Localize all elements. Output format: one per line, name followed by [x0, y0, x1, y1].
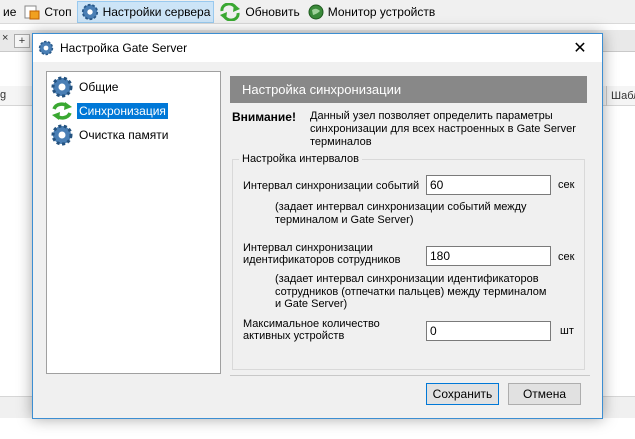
gear-icon — [51, 124, 73, 146]
max-devices-unit: шт — [560, 325, 574, 337]
close-button[interactable]: ✕ — [558, 34, 602, 62]
warning-text: Данный узел позволяет определить парамет… — [310, 110, 576, 148]
ids-interval-input[interactable] — [426, 246, 551, 266]
stop-button-label: Стоп — [44, 4, 72, 19]
events-interval-input[interactable] — [426, 175, 551, 195]
nav-item-memory-cleanup[interactable]: Очистка памяти — [47, 123, 220, 147]
ids-interval-hint-line1: (задает интервал синхронизации идентифик… — [275, 273, 539, 285]
warning-label: Внимание! — [232, 110, 296, 124]
gear-icon — [81, 3, 98, 20]
device-monitor-button[interactable]: Монитор устройств — [305, 1, 438, 23]
events-interval-hint-line2: терминалом и Gate Server) — [275, 214, 414, 226]
gate-server-settings-dialog: Настройка Gate Server ✕ Общие Синхрониза… — [32, 33, 603, 419]
stop-button[interactable]: Стоп — [21, 1, 74, 23]
monitor-globe-icon — [308, 4, 324, 19]
nav-item-general[interactable]: Общие — [47, 75, 220, 99]
stop-icon — [24, 5, 40, 19]
ids-interval-label-line1: Интервал синхронизации — [243, 242, 373, 254]
server-settings-button[interactable]: Настройки сервера — [76, 0, 215, 23]
events-interval-label: Интервал синхронизации событий — [243, 180, 420, 192]
ids-interval-hint-line3: и Gate Server) — [275, 298, 348, 310]
ids-interval-label-line2: идентификаторов сотрудников — [243, 254, 401, 266]
section-header: Настройка синхронизации — [230, 76, 587, 103]
gear-icon — [51, 76, 73, 98]
nav-item-sync[interactable]: Синхронизация — [47, 99, 220, 123]
ids-interval-unit: сек — [558, 251, 575, 263]
dialog-title-bar[interactable]: Настройка Gate Server ✕ — [33, 34, 602, 62]
tab-add-button[interactable]: + — [14, 34, 30, 48]
grid-column-header-template[interactable]: Шабл — [606, 86, 635, 106]
max-devices-label-line2: активных устройств — [243, 330, 345, 342]
refresh-label: Обновить — [245, 4, 300, 19]
nav-item-general-label: Общие — [79, 80, 119, 94]
nav-item-memory-cleanup-label: Очистка памяти — [79, 128, 169, 142]
refresh-icon — [220, 2, 241, 21]
footer-separator — [230, 375, 590, 376]
intervals-group-title: Настройка интервалов — [239, 153, 362, 165]
max-devices-label-line1: Максимальное количество — [243, 318, 380, 330]
sync-arrows-icon — [51, 100, 73, 122]
cancel-button[interactable]: Отмена — [508, 383, 581, 405]
gear-icon — [38, 40, 54, 56]
app-toolbar: ие Стоп Настройки сервера Обновить Монит… — [0, 0, 635, 24]
server-settings-label: Настройки сервера — [102, 4, 211, 19]
max-devices-input[interactable] — [426, 321, 551, 341]
ids-interval-hint-line2: сотрудников (отпечатки пальцев) между те… — [275, 286, 547, 298]
tab-close-button[interactable]: × — [2, 32, 8, 44]
nav-item-sync-label: Синхронизация — [77, 103, 168, 119]
refresh-button[interactable]: Обновить — [216, 1, 302, 23]
toolbar-item-partial-label: ие — [3, 4, 17, 19]
events-interval-hint-line1: (задает интервал синхронизации событий м… — [275, 201, 527, 213]
dialog-title: Настройка Gate Server — [60, 41, 188, 55]
toolbar-item-partial[interactable]: ие — [0, 1, 19, 23]
events-interval-unit: сек — [558, 179, 575, 191]
grid-column-header-left[interactable]: g — [0, 89, 6, 101]
save-button[interactable]: Сохранить — [426, 383, 499, 405]
settings-nav-tree: Общие Синхронизация Очистка памяти — [46, 71, 221, 374]
device-monitor-label: Монитор устройств — [327, 4, 436, 19]
